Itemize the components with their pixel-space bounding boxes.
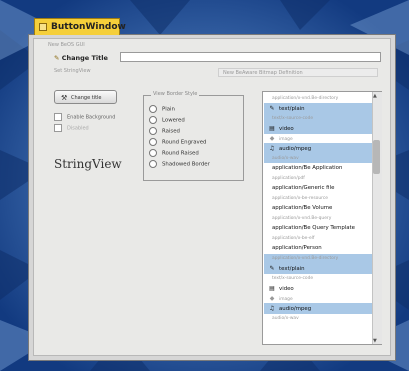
list-item-label: application/x-be-elf [272, 236, 315, 241]
list-item[interactable]: application/x-vnd.Be-query [264, 214, 372, 223]
list-item-label: application/pdf [272, 176, 305, 181]
list-scrollbar[interactable] [372, 92, 382, 344]
scrollbar-thumb[interactable] [373, 140, 380, 174]
list-item[interactable]: application/Be Volume [264, 203, 372, 214]
radio-icon [149, 116, 157, 124]
radio-label: Round Raised [162, 150, 199, 157]
list-item[interactable]: ✎ text/plain [264, 263, 372, 274]
list-item[interactable]: text/x-source-code [264, 114, 372, 123]
list-item[interactable]: ◆ image [264, 134, 372, 143]
window-title: ButtonWindow [51, 22, 126, 32]
text-file-icon: ✎ [269, 265, 275, 272]
scroll-down-arrow-icon[interactable]: ▼ [373, 338, 377, 344]
radio-shadowed-border[interactable]: Shadowed Border [149, 160, 210, 168]
list-item-label: application/x-vnd.Be-directory [272, 96, 339, 101]
radio-round-raised[interactable]: Round Raised [149, 149, 199, 157]
list-item-label: image [279, 297, 293, 302]
list-item[interactable]: ♫ audio/mpeg [264, 143, 372, 154]
list-item[interactable]: application/Be Query Template [264, 223, 372, 234]
text-file-icon: ✎ [269, 105, 275, 112]
list-item[interactable]: ▤ video [264, 123, 372, 134]
list-item[interactable]: application/Person [264, 243, 372, 254]
list-item-label: application/x-vnd.Be-query [272, 216, 332, 221]
list-item-label: application/Be Query Template [272, 225, 355, 231]
list-item-label: text/plain [279, 106, 305, 112]
list-item[interactable]: application/Generic file [264, 183, 372, 194]
tool-icon: ⚒ [61, 94, 68, 102]
checkbox-icon [54, 124, 62, 132]
stringview-text: StringView [54, 157, 122, 171]
radio-label: Round Engraved [162, 139, 207, 146]
radio-label: Raised [162, 128, 180, 135]
list-item-label: text/x-source-code [272, 116, 314, 121]
border-style-legend: View Border Style [151, 91, 200, 97]
group-label: New BeOS GUI [46, 42, 87, 48]
list-item-label: audio/mpeg [279, 306, 312, 312]
video-icon: ▤ [269, 285, 275, 292]
list-item-label: application/x-vnd.Be-directory [272, 256, 339, 261]
radio-icon [149, 160, 157, 168]
list-item[interactable]: application/x-be-elf [264, 234, 372, 243]
change-title-button[interactable]: ⚒ Change title [54, 90, 117, 104]
radio-label: Lowered [162, 117, 185, 124]
enable-background-checkbox[interactable]: Enable Background [54, 113, 115, 121]
list-item-label: text/plain [279, 266, 305, 272]
change-title-button-label: Change title [71, 95, 102, 101]
list-item-label: application/Be Volume [272, 205, 333, 211]
title-input[interactable] [120, 52, 381, 62]
list-item-label: audio/x-wav [272, 156, 299, 161]
list-item[interactable]: audio/x-wav [264, 314, 372, 323]
list-item-label: image [279, 137, 293, 142]
radio-raised[interactable]: Raised [149, 127, 180, 135]
audio-icon: ♫ [269, 145, 275, 152]
image-icon: ◆ [269, 135, 275, 142]
list-item-label: application/x-be-resource [272, 196, 328, 201]
list-item-label: audio/x-wav [272, 316, 299, 321]
checkbox-label: Disabled [67, 125, 89, 132]
list-item-label: text/x-source-code [272, 276, 314, 281]
list-item-label: video [279, 126, 294, 132]
list-item[interactable]: application/x-be-resource [264, 194, 372, 203]
list-item-label: video [279, 286, 294, 292]
list-item[interactable]: ✎ text/plain [264, 103, 372, 114]
list-item-label: application/Person [272, 245, 322, 251]
radio-plain[interactable]: Plain [149, 105, 175, 113]
list-item[interactable]: application/x-vnd.Be-directory [264, 254, 372, 263]
pencil-icon: ✎ [54, 54, 60, 62]
radio-icon [149, 149, 157, 157]
window-tab[interactable]: ButtonWindow [34, 18, 126, 35]
list-item[interactable]: ▤ video [264, 283, 372, 294]
change-title-label: ✎ Change Title [54, 54, 108, 62]
list-item[interactable]: ♫ audio/mpeg [264, 303, 372, 314]
close-box-icon[interactable] [39, 23, 47, 31]
scroll-up-arrow-icon[interactable]: ▲ [373, 93, 377, 99]
audio-icon: ♫ [269, 305, 275, 312]
change-title-text: Change Title [61, 54, 108, 62]
video-icon: ▤ [269, 125, 275, 132]
file-type-list[interactable]: application/x-vnd.Be-directory ✎ text/plai… [262, 91, 382, 345]
checkbox-icon [54, 113, 62, 121]
checkbox-label: Enable Background [67, 114, 116, 121]
radio-icon [149, 138, 157, 146]
list-item[interactable]: application/pdf [264, 174, 372, 183]
radio-icon [149, 105, 157, 113]
set-stringview-label: Set StringView [54, 68, 91, 74]
radio-lowered[interactable]: Lowered [149, 116, 185, 124]
list-item[interactable]: ◆ image [264, 294, 372, 303]
list-item-label: audio/mpeg [279, 146, 312, 152]
list-item-label: application/Be Application [272, 165, 343, 171]
radio-icon [149, 127, 157, 135]
disabled-checkbox[interactable]: Disabled [54, 124, 89, 132]
list-item[interactable]: text/x-source-code [264, 274, 372, 283]
list-item[interactable]: application/x-vnd.Be-directory [264, 94, 372, 103]
radio-label: Shadowed Border [162, 161, 210, 168]
list-item-label: application/Generic file [272, 185, 335, 191]
stringview-input[interactable]: New BeAware Bitmap Definition [218, 68, 378, 77]
radio-label: Plain [162, 106, 175, 113]
radio-round-engraved[interactable]: Round Engraved [149, 138, 206, 146]
list-item[interactable]: application/Be Application [264, 163, 372, 174]
list-item[interactable]: audio/x-wav [264, 154, 372, 163]
image-icon: ◆ [269, 295, 275, 302]
